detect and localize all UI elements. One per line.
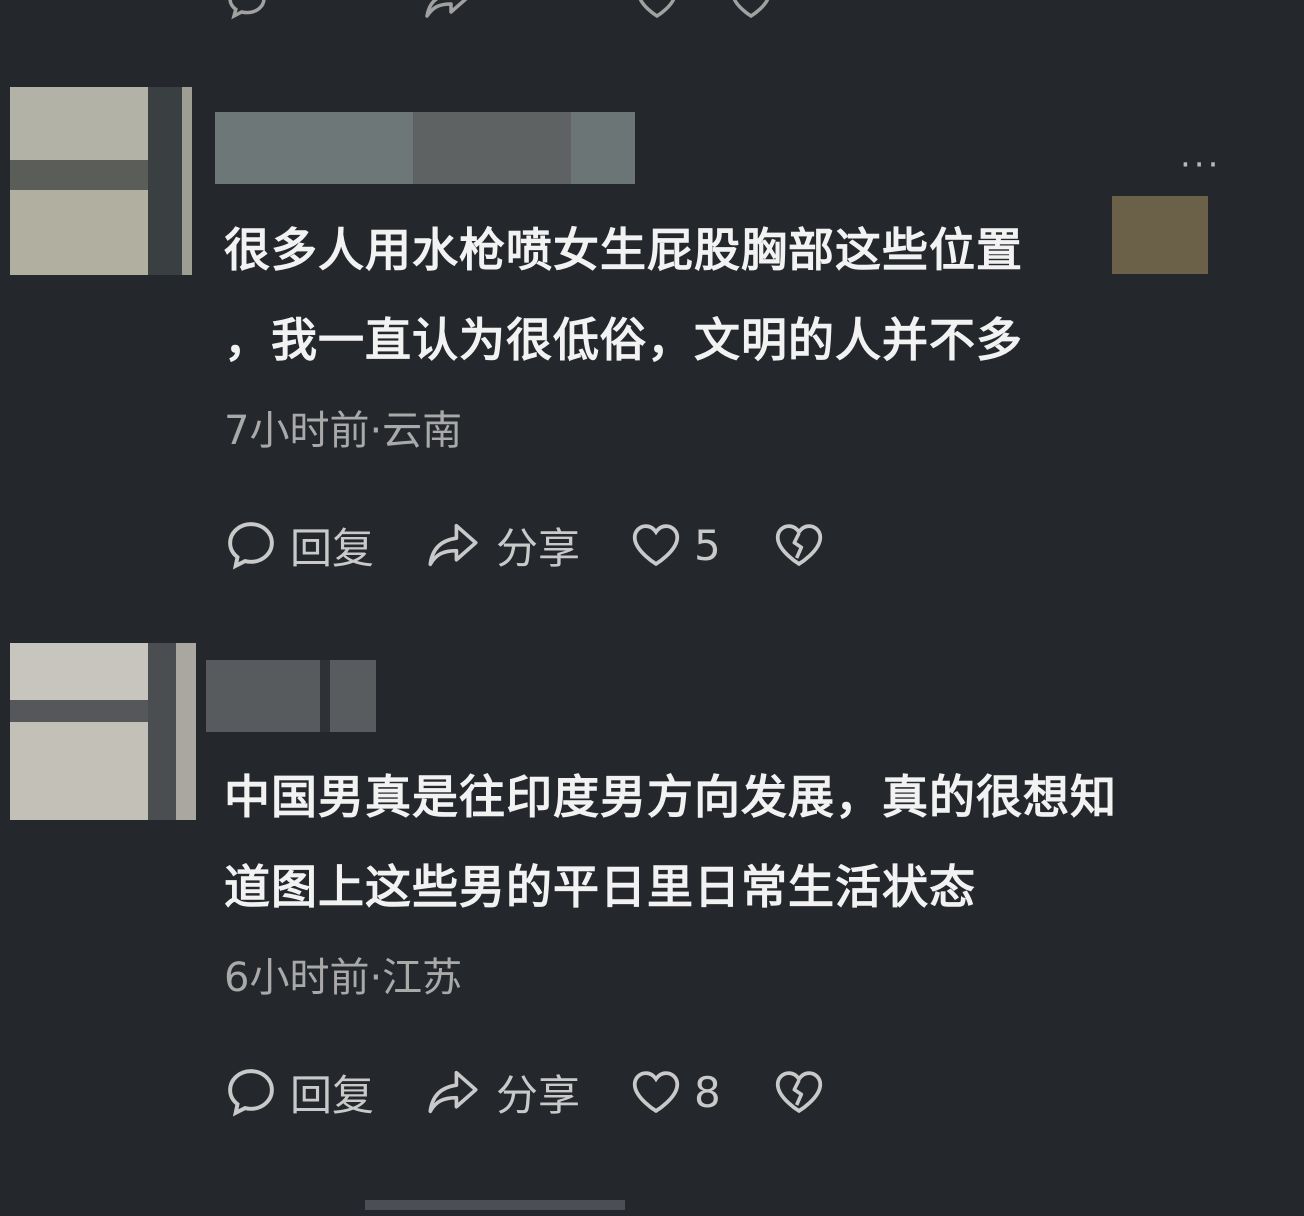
heart-icon <box>632 1071 680 1114</box>
reply-label: 回复 <box>290 523 375 573</box>
speech-bubble-icon <box>228 522 274 570</box>
share-button[interactable]: 分享 <box>422 1062 580 1123</box>
like-count: 5 <box>694 520 721 570</box>
speech-bubble-icon <box>228 1069 274 1117</box>
avatar[interactable] <box>10 87 192 275</box>
username-blurred[interactable] <box>206 660 376 732</box>
prev-share-button[interactable] <box>423 0 585 22</box>
previous-comment-actions <box>225 0 823 22</box>
broken-heart-icon <box>775 524 822 567</box>
comment-text-line1: 中国男真是往印度男方向发展，真的很想知 <box>224 770 1117 824</box>
share-button[interactable]: 分享 <box>422 515 580 576</box>
prev-like-button[interactable] <box>635 0 679 20</box>
more-options-icon[interactable]: ··· <box>1180 148 1221 182</box>
dislike-button[interactable] <box>773 521 825 569</box>
dislike-button[interactable] <box>773 1068 825 1116</box>
heart-icon <box>638 0 676 19</box>
comment-actions: 回复 分享 8 <box>224 1062 825 1122</box>
comment-text: 很多人用水枪喷女生屁股胸部这些位置 ，我一直认为很低俗，文明的人并不多 <box>224 205 1224 385</box>
prev-reply-button[interactable] <box>225 0 373 22</box>
like-button[interactable]: 8 <box>630 1068 721 1117</box>
reply-button[interactable]: 回复 <box>224 1062 374 1123</box>
comment-text-line2: 道图上这些男的平日里日常生活状态 <box>224 860 976 914</box>
like-button[interactable]: 5 <box>630 521 721 570</box>
avatar[interactable] <box>10 643 196 820</box>
comment-meta: 7小时前·云南 <box>224 408 463 454</box>
share-arrow-icon <box>428 523 478 567</box>
speech-bubble-icon <box>228 0 266 20</box>
comment-meta: 6小时前·江苏 <box>224 955 463 1001</box>
comment-text-line2: ，我一直认为很低俗，文明的人并不多 <box>224 313 1023 367</box>
share-label: 分享 <box>496 1070 581 1120</box>
share-arrow-icon <box>425 0 468 18</box>
username-blurred[interactable] <box>215 112 635 184</box>
reply-label: 回复 <box>290 1070 375 1120</box>
like-count: 8 <box>694 1067 721 1117</box>
broken-heart-icon <box>732 0 770 19</box>
comment-text: 中国男真是往印度男方向发展，真的很想知 道图上这些男的平日里日常生活状态 <box>224 752 1224 932</box>
comment-text-line1: 很多人用水枪喷女生屁股胸部这些位置 <box>224 223 1023 277</box>
broken-heart-icon <box>775 1071 822 1114</box>
heart-icon <box>632 524 680 567</box>
share-label: 分享 <box>496 523 581 573</box>
share-arrow-icon <box>428 1070 478 1114</box>
prev-reply-label-cut <box>283 0 373 15</box>
expand-replies-link-cut[interactable] <box>365 1200 665 1216</box>
prev-share-label-cut <box>485 0 585 15</box>
comment-actions: 回复 分享 5 <box>224 515 825 575</box>
prev-dislike-button[interactable] <box>729 0 773 20</box>
reply-button[interactable]: 回复 <box>224 515 374 576</box>
